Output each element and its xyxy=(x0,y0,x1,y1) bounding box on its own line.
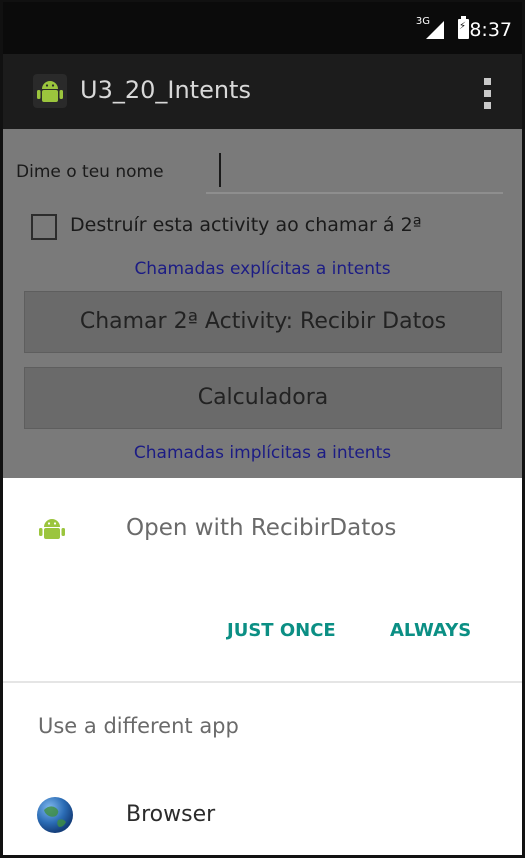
always-button[interactable]: ALWAYS xyxy=(390,620,471,641)
destroy-activity-label: Destruír esta activity ao chamar á 2ª xyxy=(70,214,422,236)
status-bar: 3G 8:37 xyxy=(3,2,522,54)
activity-content: Dime o teu nome Destruír esta activity a… xyxy=(3,129,522,478)
implicit-intents-header: Chamadas implícitas a intents xyxy=(133,443,392,463)
browser-app-label[interactable]: Browser xyxy=(126,802,215,827)
globe-icon[interactable] xyxy=(36,796,74,834)
signal-icon xyxy=(426,21,444,39)
use-different-app-label: Use a different app xyxy=(38,714,239,738)
open-with-title: Open with RecibirDatos xyxy=(126,515,397,541)
overflow-menu-icon[interactable] xyxy=(484,78,492,110)
explicit-intents-header: Chamadas explícitas a intents xyxy=(134,259,391,279)
name-input[interactable] xyxy=(206,149,503,194)
just-once-button[interactable]: JUST ONCE xyxy=(227,620,336,641)
android-app-icon xyxy=(39,519,65,539)
text-cursor xyxy=(219,153,221,187)
calculator-button[interactable]: Calculadora xyxy=(24,367,502,429)
divider xyxy=(3,681,522,683)
second-activity-button[interactable]: Chamar 2ª Activity: Recibir Datos xyxy=(24,291,502,353)
app-title: U3_20_Intents xyxy=(80,76,251,104)
destroy-activity-checkbox[interactable] xyxy=(31,214,57,240)
android-app-icon xyxy=(33,74,67,108)
clock: 8:37 xyxy=(469,19,512,41)
battery-charging-icon xyxy=(458,16,469,39)
intent-chooser-sheet: Open with RecibirDatos JUST ONCE ALWAYS … xyxy=(3,478,522,855)
action-bar: U3_20_Intents xyxy=(3,54,522,129)
device-screen: 3G 8:37 U3_20_Intents Dime o teu nome De… xyxy=(0,0,525,858)
name-label: Dime o teu nome xyxy=(16,162,164,182)
